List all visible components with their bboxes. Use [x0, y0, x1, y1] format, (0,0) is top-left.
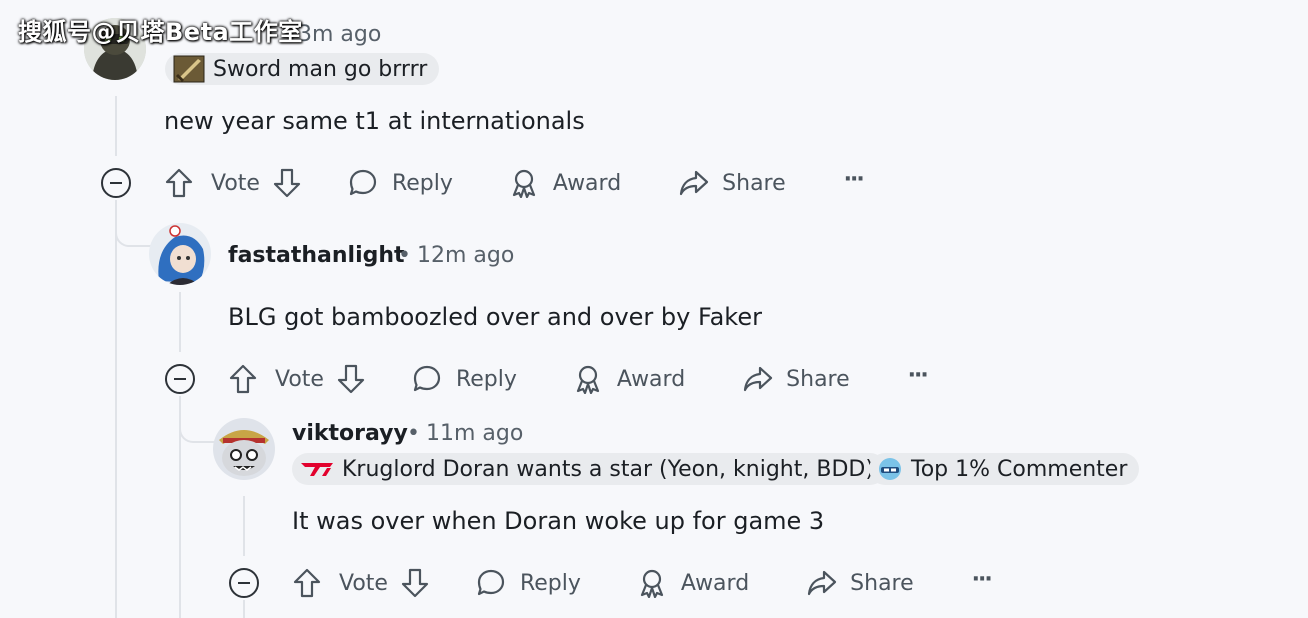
- reply-label: Reply: [455, 366, 517, 392]
- more-options-icon[interactable]: ···: [972, 567, 993, 592]
- comment-actions: Vote Reply Award Share ···: [164, 161, 865, 205]
- reply-icon: [476, 568, 506, 598]
- award-button[interactable]: Award: [637, 568, 749, 598]
- comment-username[interactable]: fastathanlight: [228, 243, 405, 268]
- share-button[interactable]: Share: [806, 568, 914, 598]
- downvote-icon[interactable]: [336, 363, 366, 395]
- avatar[interactable]: [213, 418, 275, 480]
- user-flair: Sword man go brrrr: [165, 53, 440, 85]
- thread-elbow-2: [179, 406, 215, 443]
- award-icon: [637, 568, 667, 598]
- vote-label: Vote: [339, 570, 388, 596]
- comment-username[interactable]: viktorayy: [292, 421, 408, 446]
- flair-text: Sword man go brrrr: [213, 56, 428, 82]
- more-options-icon[interactable]: ···: [844, 167, 865, 192]
- comment-body: BLG got bamboozled over and over by Fake…: [228, 303, 762, 331]
- share-icon: [678, 168, 710, 198]
- comment-timestamp: 3m ago: [298, 22, 382, 47]
- reply-button[interactable]: Reply: [476, 568, 581, 598]
- reply-icon: [412, 364, 442, 394]
- reply-icon: [348, 168, 378, 198]
- share-label: Share: [722, 170, 786, 196]
- comment-actions: Vote Reply Award Share ···: [228, 357, 929, 401]
- meta-separator: •: [407, 421, 420, 446]
- share-button[interactable]: Share: [742, 364, 850, 394]
- share-label: Share: [786, 366, 850, 392]
- thread-elbow-1: [115, 210, 151, 247]
- commenter-badge-icon: [877, 457, 903, 481]
- comment-meta: • 12m ago: [392, 243, 514, 268]
- comment-body: It was over when Doran woke up for game …: [292, 507, 825, 535]
- downvote-icon[interactable]: [400, 567, 430, 599]
- award-button[interactable]: Award: [573, 364, 685, 394]
- award-label: Award: [552, 170, 622, 196]
- award-label: Award: [616, 366, 686, 392]
- share-label: Share: [850, 570, 914, 596]
- sword-flair-icon: [173, 55, 205, 83]
- upvote-icon[interactable]: [164, 167, 194, 199]
- award-button[interactable]: Award: [509, 168, 621, 198]
- thread-line-1: [115, 96, 117, 156]
- thread-line-3: [243, 496, 245, 556]
- award-label: Award: [680, 570, 750, 596]
- avatar[interactable]: [149, 223, 211, 285]
- comment-actions: Vote Reply Award Share ···: [292, 561, 993, 605]
- vote-label: Vote: [275, 366, 324, 392]
- comment-meta: • 11m ago: [401, 421, 523, 446]
- thread-line-1b: [115, 200, 117, 618]
- watermark: 搜狐号@贝塔Beta工作室: [18, 18, 303, 46]
- vote-label: Vote: [211, 170, 260, 196]
- flair-text: Top 1% Commenter: [911, 456, 1128, 482]
- collapse-button[interactable]: [165, 364, 195, 394]
- more-options-icon[interactable]: ···: [908, 363, 929, 388]
- share-button[interactable]: Share: [678, 168, 786, 198]
- share-icon: [742, 364, 774, 394]
- award-icon: [509, 168, 539, 198]
- collapse-button[interactable]: [101, 168, 131, 198]
- thread-line-2: [179, 292, 181, 352]
- upvote-icon[interactable]: [228, 363, 258, 395]
- comment-timestamp: 12m ago: [416, 243, 515, 268]
- comment-body: new year same t1 at internationals: [164, 107, 585, 135]
- reply-button[interactable]: Reply: [412, 364, 517, 394]
- user-flair: Kruglord Doran wants a star (Yeon, knigh…: [292, 453, 886, 485]
- comment-timestamp: 11m ago: [425, 421, 524, 446]
- downvote-icon[interactable]: [272, 167, 302, 199]
- collapse-button[interactable]: [229, 568, 259, 598]
- award-icon: [573, 364, 603, 394]
- upvote-icon[interactable]: [292, 567, 322, 599]
- flair-text: Kruglord Doran wants a star (Yeon, knigh…: [342, 456, 874, 482]
- share-icon: [806, 568, 838, 598]
- t1-logo-icon: [300, 459, 334, 479]
- achievement-flair: Top 1% Commenter: [869, 453, 1140, 485]
- meta-separator: •: [398, 243, 411, 268]
- reply-label: Reply: [519, 570, 581, 596]
- thread-line-3b: [243, 600, 245, 618]
- reply-label: Reply: [391, 170, 453, 196]
- reply-button[interactable]: Reply: [348, 168, 453, 198]
